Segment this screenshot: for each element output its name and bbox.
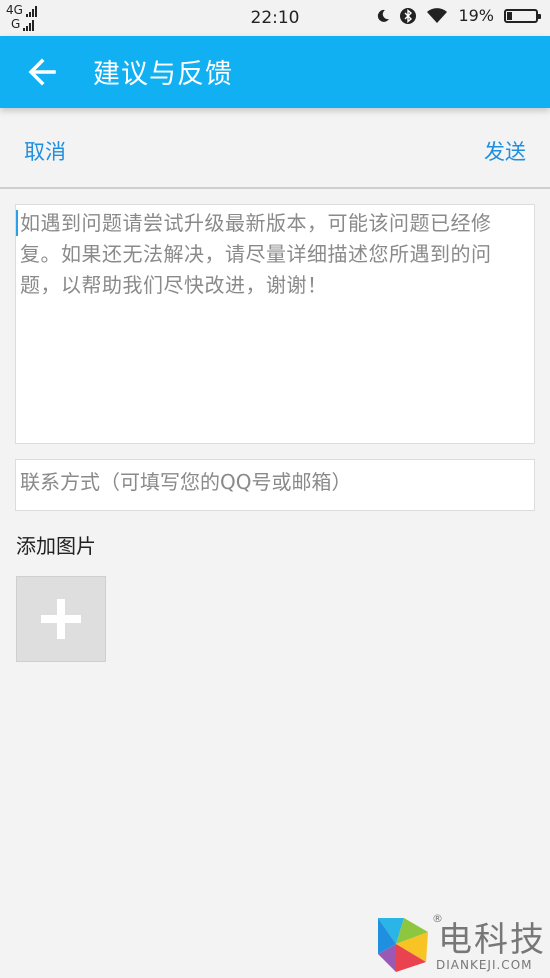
status-icons: 19% bbox=[376, 6, 541, 25]
bluetooth-icon bbox=[400, 7, 417, 24]
plus-icon bbox=[41, 599, 81, 639]
status-bar: 4G G 22:10 19% bbox=[0, 0, 550, 36]
add-picture-button[interactable] bbox=[16, 576, 106, 662]
cancel-button[interactable]: 取消 bbox=[24, 136, 66, 166]
watermark: ® 电科技 DIANKEJI.COM bbox=[374, 912, 546, 976]
feedback-screen: 4G G 22:10 19% 建议与反馈 取消 发送 如遇到问题请尝试升级最新版… bbox=[0, 0, 550, 978]
divider bbox=[0, 187, 550, 189]
send-button[interactable]: 发送 bbox=[484, 136, 526, 166]
battery-percent: 19% bbox=[458, 6, 494, 25]
arrow-left-icon bbox=[28, 58, 56, 86]
feedback-placeholder: 如遇到问题请尝试升级最新版本，可能该问题已经修复。如果还无法解决，请尽量详细描述… bbox=[20, 211, 492, 297]
back-button[interactable] bbox=[24, 54, 60, 90]
add-picture-label: 添加图片 bbox=[16, 534, 96, 558]
wifi-icon bbox=[427, 7, 448, 23]
text-cursor bbox=[16, 210, 18, 236]
app-bar: 建议与反馈 bbox=[0, 36, 550, 108]
moon-icon bbox=[378, 9, 390, 22]
watermark-url: DIANKEJI.COM bbox=[436, 958, 533, 972]
page-title: 建议与反馈 bbox=[93, 59, 233, 90]
contact-placeholder: 联系方式（可填写您的QQ号或邮箱） bbox=[20, 470, 352, 494]
battery-icon bbox=[504, 8, 541, 23]
watermark-name: 电科技 bbox=[438, 920, 546, 960]
battery-fill bbox=[507, 11, 512, 20]
contact-field[interactable]: 联系方式（可填写您的QQ号或邮箱） bbox=[15, 459, 535, 511]
feedback-textarea[interactable]: 如遇到问题请尝试升级最新版本，可能该问题已经修复。如果还无法解决，请尽量详细描述… bbox=[15, 204, 535, 444]
action-row: 取消 发送 bbox=[0, 108, 550, 188]
watermark-logo-icon bbox=[378, 918, 428, 972]
